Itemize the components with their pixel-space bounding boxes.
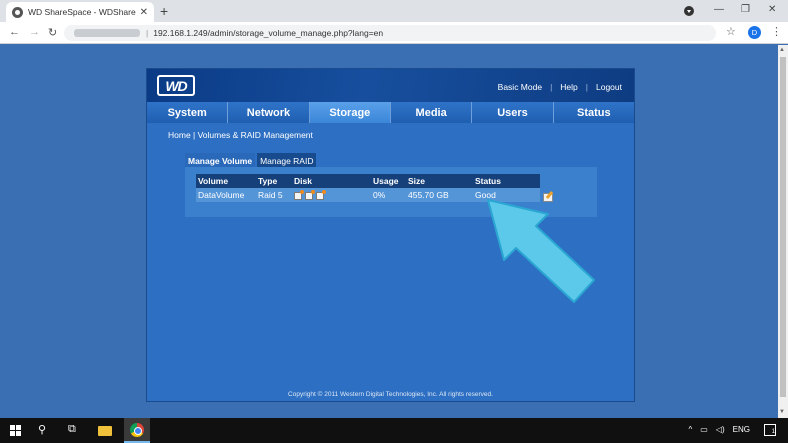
url-separator: | [146, 28, 149, 38]
table-header-row: Volume Type Disk Usage Size Status [196, 174, 540, 188]
disk-icon[interactable] [294, 189, 304, 200]
app-header: WD Basic Mode | Help | Logout [147, 69, 634, 102]
basic-mode-link[interactable]: Basic Mode [498, 82, 542, 92]
scroll-up-icon[interactable]: ▲ [779, 47, 785, 53]
nav-users[interactable]: Users [472, 102, 554, 123]
annotation-arrow-icon [487, 199, 595, 303]
breadcrumb[interactable]: Home | Volumes & RAID Management [168, 130, 313, 140]
url-text: 192.168.1.249/admin/storage_volume_manag… [153, 28, 384, 38]
main-nav: System Network Storage Media Users Statu… [147, 102, 634, 123]
tab-title: WD ShareSpace - WDShareSpace [28, 7, 136, 17]
nav-system[interactable]: System [147, 102, 229, 123]
wd-logo: WD [157, 75, 195, 96]
network-icon[interactable]: ▭ [700, 425, 708, 434]
browser-tab[interactable]: WD ShareSpace - WDShareSpace ✕ [6, 2, 154, 22]
cell-type: Raid 5 [256, 188, 292, 202]
close-window-icon[interactable]: ✕ [768, 4, 776, 15]
star-icon[interactable]: ☆ [726, 25, 736, 38]
reload-icon[interactable]: ↻ [48, 26, 57, 39]
nav-storage[interactable]: Storage [309, 102, 391, 123]
windows-taskbar: ⚲ ⧉ ^ ▭ ◁) ENG 1 [0, 418, 788, 443]
scrollbar-thumb[interactable] [780, 57, 786, 397]
forward-icon[interactable]: → [29, 26, 40, 38]
col-usage: Usage [371, 174, 406, 188]
footer-copyright: Copyright © 2011 Western Digital Technol… [288, 391, 493, 398]
cell-disk [292, 188, 371, 202]
cell-usage: 0% [371, 188, 406, 202]
link-divider: | [550, 82, 553, 92]
tray-chevron-icon[interactable]: ^ [689, 425, 693, 434]
notification-icon[interactable]: 1 [764, 424, 776, 436]
logout-link[interactable]: Logout [596, 82, 622, 92]
scroll-down-icon[interactable]: ▼ [779, 409, 785, 415]
header-links: Basic Mode | Help | Logout [498, 82, 622, 92]
browser-toolbar: ← → ↻ | 192.168.1.249/admin/storage_volu… [0, 22, 788, 44]
minimize-icon[interactable]: — [714, 4, 724, 15]
menu-icon[interactable]: ⋮ [771, 25, 782, 38]
col-size: Size [406, 174, 473, 188]
task-view-icon[interactable]: ⧉ [68, 423, 76, 436]
security-chip[interactable] [74, 29, 140, 37]
restore-icon[interactable]: ❐ [741, 4, 750, 15]
cell-size: 455.70 GB [406, 188, 473, 202]
chrome-icon[interactable] [124, 418, 150, 443]
col-type: Type [256, 174, 292, 188]
windows-start-icon[interactable] [10, 425, 21, 436]
address-bar[interactable]: | 192.168.1.249/admin/storage_volume_man… [64, 25, 716, 41]
disk-icon[interactable] [305, 189, 315, 200]
nav-media[interactable]: Media [391, 102, 473, 123]
language-indicator[interactable]: ENG [733, 425, 750, 434]
profile-avatar[interactable]: D [748, 26, 761, 39]
col-volume: Volume [196, 174, 256, 188]
search-icon[interactable]: ⚲ [38, 423, 46, 436]
new-tab-button[interactable]: + [160, 3, 168, 19]
system-tray: ^ ▭ ◁) ENG [689, 425, 773, 434]
disk-icon[interactable] [316, 189, 326, 200]
help-link[interactable]: Help [560, 82, 577, 92]
annotation-arrow-shape [487, 199, 595, 303]
browser-titlebar: WD ShareSpace - WDShareSpace ✕ + — ❐ ✕ [0, 0, 788, 22]
tab-close-icon[interactable]: ✕ [140, 7, 148, 18]
nav-network[interactable]: Network [228, 102, 310, 123]
tab-search-icon[interactable] [684, 6, 694, 16]
back-icon[interactable]: ← [9, 26, 20, 38]
nav-status[interactable]: Status [554, 102, 634, 123]
col-status: Status [473, 174, 540, 188]
cell-volume: DataVolume [196, 188, 256, 202]
file-explorer-icon[interactable] [98, 426, 112, 436]
link-divider: | [585, 82, 588, 92]
page-scrollbar[interactable]: ▲ ▼ [778, 45, 788, 418]
col-disk: Disk [292, 174, 371, 188]
speaker-icon[interactable]: ◁) [716, 425, 725, 434]
wd-favicon-icon [12, 6, 23, 18]
